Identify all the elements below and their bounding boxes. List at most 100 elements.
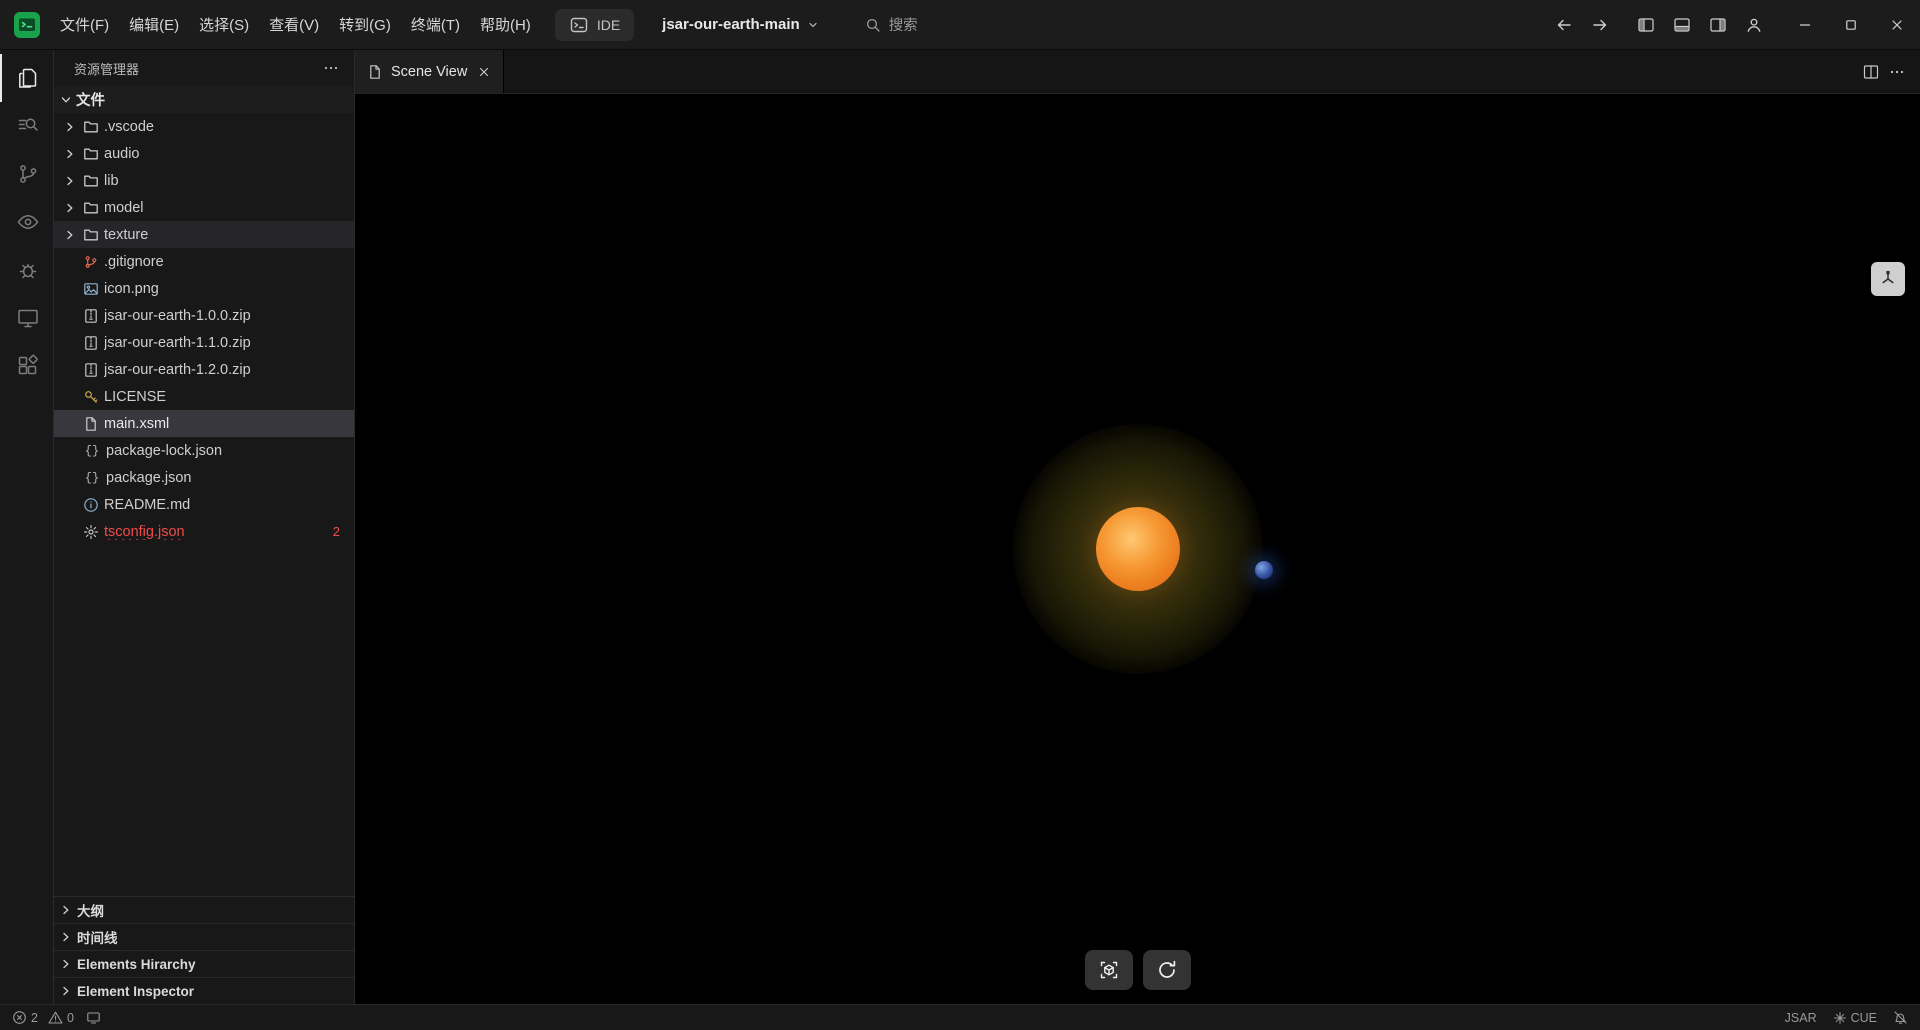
files-section-header[interactable]: 文件 bbox=[54, 86, 354, 113]
status-bar: 2 0 JSAR CUE bbox=[0, 1004, 1920, 1030]
menu-terminal[interactable]: 终端(T) bbox=[401, 9, 470, 40]
file-row[interactable]: jsar-our-earth-1.2.0.zip bbox=[54, 356, 354, 383]
zip-icon bbox=[83, 308, 99, 324]
toggle-sidebar-button[interactable] bbox=[1628, 7, 1664, 43]
image-icon bbox=[83, 281, 99, 297]
sidebar-panel-element-inspector[interactable]: Element Inspector bbox=[54, 977, 354, 1004]
cue-status[interactable]: CUE bbox=[1833, 1011, 1877, 1025]
sidebar-panel-outline[interactable]: 大纲 bbox=[54, 896, 354, 923]
folder-icon bbox=[83, 119, 99, 135]
navigate-back-button[interactable] bbox=[1546, 7, 1582, 43]
file-row[interactable]: .vscode bbox=[54, 113, 354, 140]
activitybar-search[interactable] bbox=[0, 102, 53, 150]
file-label: package.json bbox=[106, 470, 191, 486]
file-label: texture bbox=[104, 227, 148, 243]
ar-capture-icon bbox=[1097, 958, 1121, 982]
activitybar-preview[interactable] bbox=[0, 198, 53, 246]
chevron-right-icon bbox=[62, 173, 78, 189]
activity-bar bbox=[0, 50, 54, 1004]
tab-close-icon[interactable] bbox=[477, 65, 491, 79]
folder-icon bbox=[83, 200, 99, 216]
menu-selection[interactable]: 选择(S) bbox=[189, 9, 259, 40]
menu-file[interactable]: 文件(F) bbox=[50, 9, 119, 40]
project-picker[interactable]: jsar-our-earth-main bbox=[662, 16, 819, 33]
braces-icon: {} bbox=[83, 444, 101, 458]
file-label: icon.png bbox=[104, 281, 159, 297]
file-row[interactable]: lib bbox=[54, 167, 354, 194]
jsar-status[interactable]: JSAR bbox=[1785, 1011, 1817, 1025]
notifications-muted-icon[interactable] bbox=[1893, 1010, 1908, 1025]
chevron-right-icon bbox=[58, 956, 74, 972]
git-icon bbox=[83, 254, 99, 270]
axes-gizmo-button[interactable] bbox=[1871, 262, 1905, 296]
file-row[interactable]: jsar-our-earth-1.0.0.zip bbox=[54, 302, 354, 329]
problems-indicator[interactable]: 2 0 bbox=[12, 1010, 74, 1025]
file-label: model bbox=[104, 200, 144, 216]
file-row[interactable]: texture bbox=[54, 221, 354, 248]
file-label: jsar-our-earth-1.0.0.zip bbox=[104, 308, 251, 324]
more-actions-icon[interactable] bbox=[322, 59, 340, 77]
sidebar-panel-elements-hierarchy[interactable]: Elements Hirarchy bbox=[54, 950, 354, 977]
scene-viewport[interactable] bbox=[355, 94, 1920, 1004]
toggle-secondary-sidebar-button[interactable] bbox=[1700, 7, 1736, 43]
tab-scene-view[interactable]: Scene View bbox=[355, 50, 504, 93]
menu-goto[interactable]: 转到(G) bbox=[329, 9, 401, 40]
sidebar-title: 资源管理器 bbox=[74, 59, 322, 78]
earth-object[interactable] bbox=[1255, 561, 1273, 579]
file-row[interactable]: .gitignore bbox=[54, 248, 354, 275]
maximize-button[interactable] bbox=[1828, 0, 1874, 50]
menu-help[interactable]: 帮助(H) bbox=[470, 9, 541, 40]
file-row[interactable]: main.xsml bbox=[54, 410, 354, 437]
activitybar-debug[interactable] bbox=[0, 246, 53, 294]
activitybar-extensions[interactable] bbox=[0, 342, 53, 390]
titlebar: 文件(F)编辑(E)选择(S)查看(V)转到(G)终端(T)帮助(H) IDE … bbox=[0, 0, 1920, 50]
panel-label: 大纲 bbox=[77, 900, 104, 920]
refresh-scene-button[interactable] bbox=[1143, 950, 1191, 990]
search-label: 搜索 bbox=[889, 14, 918, 35]
search-button[interactable]: 搜索 bbox=[865, 14, 918, 35]
file-row[interactable]: model bbox=[54, 194, 354, 221]
activitybar-screen[interactable] bbox=[0, 294, 53, 342]
file-row[interactable]: audio bbox=[54, 140, 354, 167]
split-editor-icon[interactable] bbox=[1862, 63, 1880, 81]
close-icon bbox=[1891, 19, 1903, 31]
activitybar-source-control[interactable] bbox=[0, 150, 53, 198]
navigate-forward-button[interactable] bbox=[1582, 7, 1618, 43]
account-button[interactable] bbox=[1736, 7, 1772, 43]
ide-mode-button[interactable]: IDE bbox=[555, 9, 634, 41]
more-editor-actions-icon[interactable] bbox=[1888, 63, 1906, 81]
file-row[interactable]: {}package-lock.json bbox=[54, 437, 354, 464]
file-row[interactable]: tsconfig.json2 bbox=[54, 518, 354, 545]
menu-edit[interactable]: 编辑(E) bbox=[119, 9, 189, 40]
sidebar-bottom-panels: 大纲时间线Elements HirarchyElement Inspector bbox=[54, 896, 354, 1004]
layout-sidebar-right-icon bbox=[1709, 16, 1727, 34]
cue-label: CUE bbox=[1851, 1011, 1877, 1025]
sidebar-panel-timeline[interactable]: 时间线 bbox=[54, 923, 354, 950]
chevron-right-icon bbox=[62, 200, 78, 216]
sun-object[interactable] bbox=[1096, 507, 1180, 591]
minimize-button[interactable] bbox=[1782, 0, 1828, 50]
file-label: .vscode bbox=[104, 119, 154, 135]
file-row[interactable]: LICENSE bbox=[54, 383, 354, 410]
file-row[interactable]: icon.png bbox=[54, 275, 354, 302]
toggle-panel-button[interactable] bbox=[1664, 7, 1700, 43]
logo-glyph-icon bbox=[15, 13, 39, 37]
file-label: .gitignore bbox=[104, 254, 164, 270]
folder-icon bbox=[83, 146, 99, 162]
project-name: jsar-our-earth-main bbox=[662, 16, 800, 33]
layout-sidebar-icon bbox=[1637, 16, 1655, 34]
file-row[interactable]: {}package.json bbox=[54, 464, 354, 491]
chevron-right-icon bbox=[62, 227, 78, 243]
info-icon bbox=[83, 497, 99, 513]
file-label: README.md bbox=[104, 497, 190, 513]
file-row[interactable]: jsar-our-earth-1.1.0.zip bbox=[54, 329, 354, 356]
file-row[interactable]: README.md bbox=[54, 491, 354, 518]
file-label: lib bbox=[104, 173, 119, 189]
menu-view[interactable]: 查看(V) bbox=[259, 9, 329, 40]
close-window-button[interactable] bbox=[1874, 0, 1920, 50]
ports-monitor-icon[interactable] bbox=[86, 1010, 101, 1025]
ar-capture-button[interactable] bbox=[1085, 950, 1133, 990]
search-icon bbox=[865, 17, 881, 33]
eye-icon bbox=[16, 210, 40, 234]
activitybar-explorer[interactable] bbox=[0, 54, 53, 102]
